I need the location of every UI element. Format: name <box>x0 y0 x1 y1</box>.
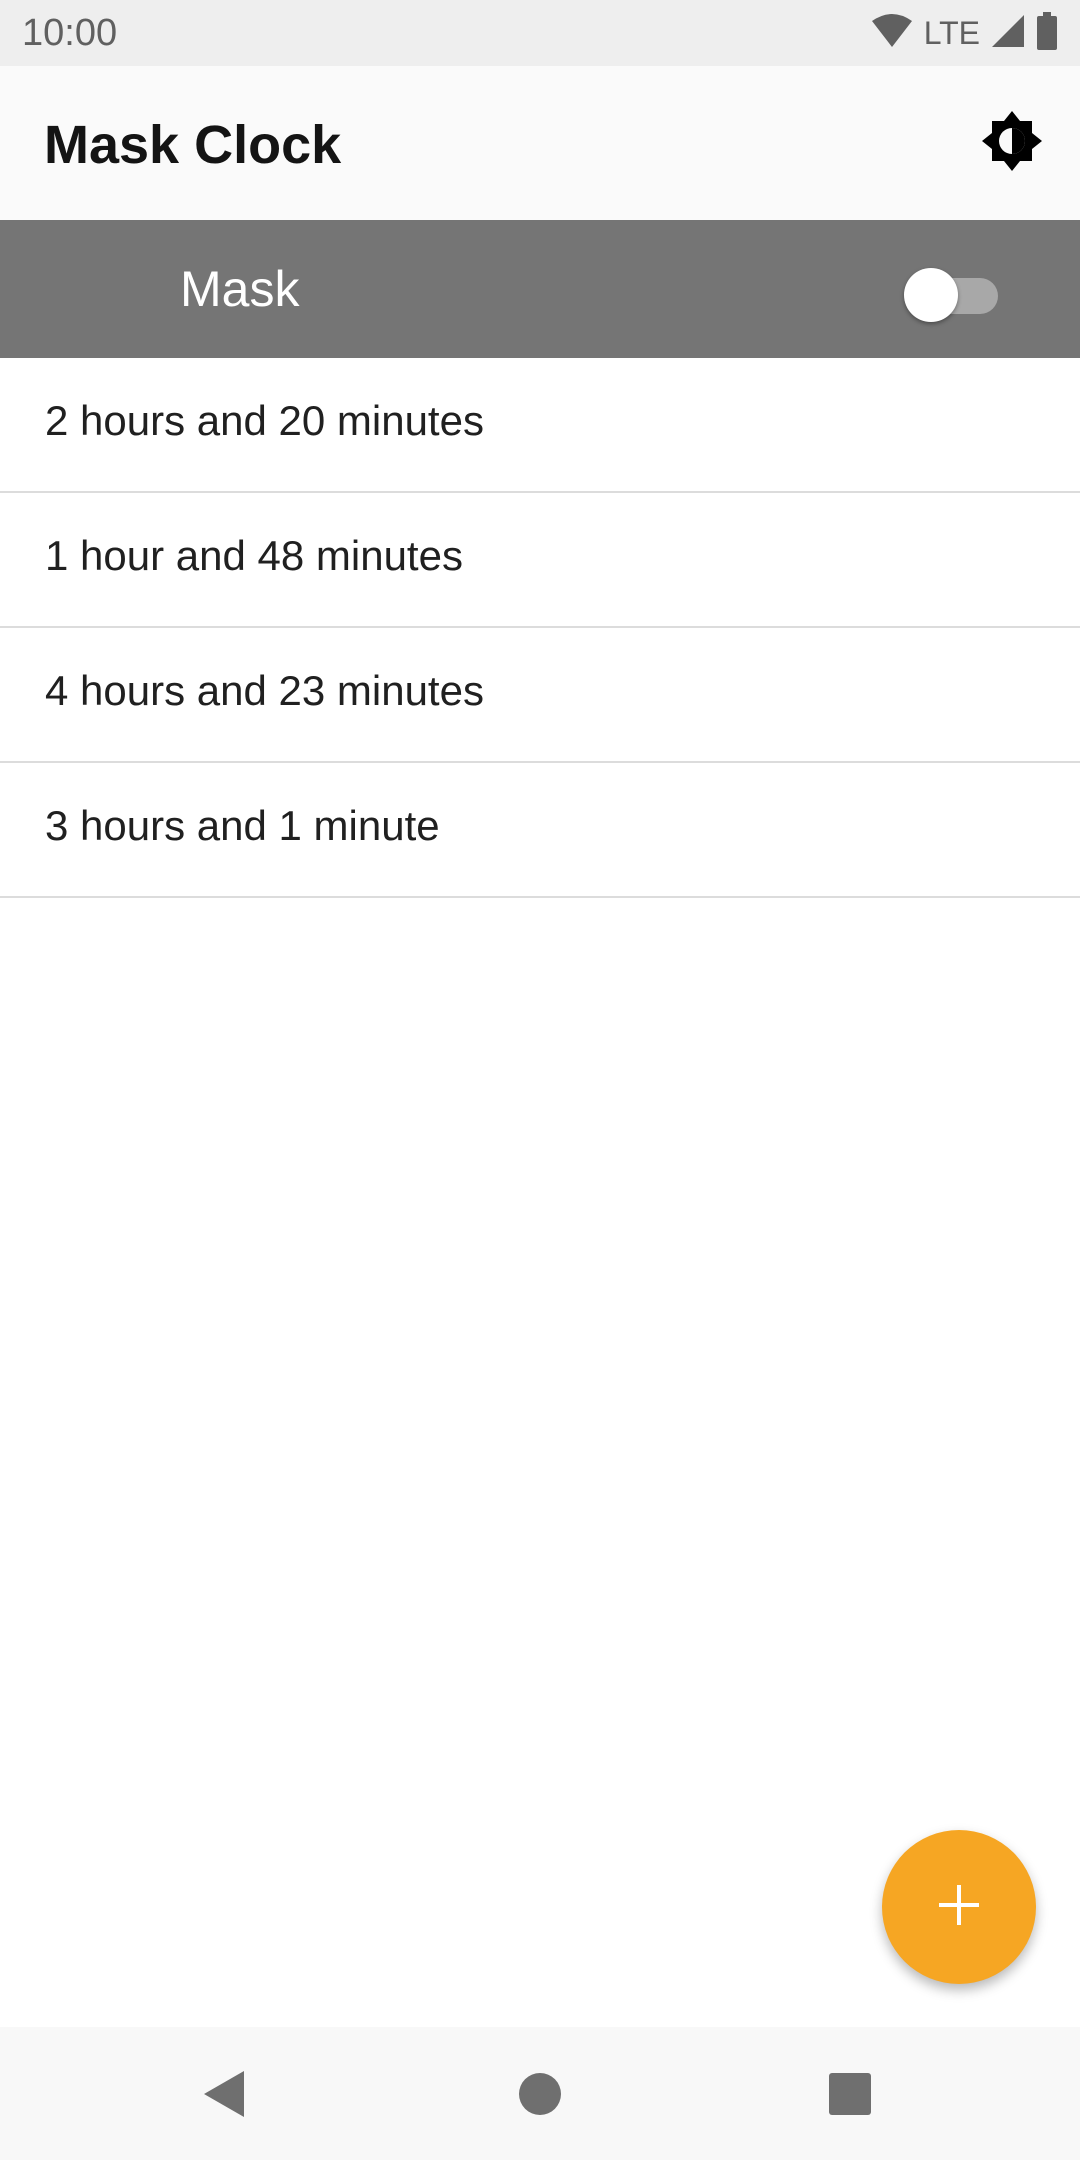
battery-icon <box>1036 11 1058 55</box>
timer-label: 3 hours and 1 minute <box>45 802 440 849</box>
status-bar: 10:00 LTE <box>0 0 1080 66</box>
recents-icon <box>827 2073 873 2121</box>
mask-bar: Mask <box>0 220 1080 358</box>
timer-label: 2 hours and 20 minutes <box>45 397 484 444</box>
app-bar: Mask Clock <box>0 66 1080 220</box>
navigation-bar <box>0 2027 1080 2160</box>
network-type-label: LTE <box>923 15 980 51</box>
mask-label: Mask <box>180 261 300 317</box>
screen: 10:00 LTE Mask Clock Mask 2 hours and 20… <box>0 0 1080 2160</box>
add-timer-button[interactable] <box>882 1830 1036 1984</box>
timer-label: 1 hour and 48 minutes <box>45 532 463 579</box>
timer-list-item[interactable]: 3 hours and 1 minute <box>0 763 1080 898</box>
app-title: Mask Clock <box>44 115 342 175</box>
wifi-icon <box>870 13 914 54</box>
home-icon <box>518 2073 562 2120</box>
timer-label: 4 hours and 23 minutes <box>45 667 484 714</box>
signal-icon <box>990 13 1026 54</box>
timer-list: 2 hours and 20 minutes 1 hour and 48 min… <box>0 358 1080 898</box>
mask-toggle-switch[interactable] <box>904 260 998 322</box>
home-button[interactable] <box>518 2072 562 2116</box>
status-time: 10:00 <box>22 12 118 54</box>
timer-list-item[interactable]: 1 hour and 48 minutes <box>0 493 1080 628</box>
timer-list-item[interactable]: 4 hours and 23 minutes <box>0 628 1080 763</box>
recents-button[interactable] <box>827 2071 873 2117</box>
brightness-icon <box>980 109 1044 178</box>
back-icon <box>200 2071 250 2123</box>
theme-toggle-button[interactable] <box>972 103 1052 183</box>
back-button[interactable] <box>200 2069 250 2119</box>
add-icon <box>937 1883 981 1932</box>
toggle-thumb <box>904 268 958 322</box>
timer-list-item[interactable]: 2 hours and 20 minutes <box>0 358 1080 493</box>
status-icons: LTE <box>870 11 1058 55</box>
